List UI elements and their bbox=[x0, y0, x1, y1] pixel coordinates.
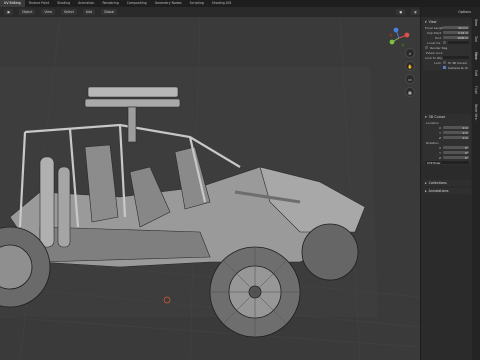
tab-shading[interactable]: Shading bbox=[53, 0, 74, 7]
clip-start-label: Clip Start bbox=[427, 30, 441, 35]
editor-type-button[interactable]: ▣ bbox=[4, 9, 14, 15]
tab-fluid[interactable]: Fluid bbox=[474, 86, 478, 94]
chevron-down-icon: ▾ bbox=[425, 115, 427, 119]
lock-label: Lock bbox=[434, 60, 441, 65]
clip-end-field[interactable]: 1000 m bbox=[443, 36, 469, 40]
clip-start-field[interactable]: 0.01 m bbox=[443, 31, 469, 35]
to-3d-cursor-label: To 3D Cursor bbox=[448, 60, 468, 65]
tab-uv-editing[interactable]: UV Editing bbox=[0, 0, 25, 7]
3d-viewport[interactable]: ⌕ ✋ ▭ ▦ bbox=[0, 17, 420, 360]
transform-orientation-dropdown[interactable]: Global bbox=[101, 9, 118, 15]
tab-item[interactable]: Item bbox=[474, 19, 478, 26]
render-region-checkbox[interactable] bbox=[425, 46, 428, 49]
camera-to-view-label: Camera to Vi. bbox=[448, 65, 469, 70]
shading-material-button[interactable]: ◐ bbox=[411, 9, 420, 15]
z-label: Z bbox=[438, 135, 441, 140]
menu-object[interactable]: Object bbox=[19, 9, 36, 15]
rot-y-label: Y bbox=[439, 150, 441, 155]
tab-geometry-nodes[interactable]: Geometry Nodes bbox=[151, 0, 186, 7]
tab-node-wrangler[interactable]: Node Wra. bbox=[474, 104, 478, 121]
rot-x-label: X bbox=[438, 145, 441, 150]
3d-cursor-title: 3D Cursor bbox=[428, 115, 446, 119]
chevron-down-icon: ▾ bbox=[425, 20, 427, 24]
tab-view[interactable]: View bbox=[474, 52, 478, 60]
sidebar-tabs: Item Tool View Edit Fluid Node Wra. bbox=[472, 7, 480, 360]
y-label: Y bbox=[439, 130, 441, 135]
collections-section-header[interactable]: ▸ Collections bbox=[423, 180, 471, 186]
rotation-mode-row: XYZ Euler bbox=[423, 160, 471, 165]
render-region-label: Render Reg. bbox=[430, 45, 449, 50]
collections-section: ▸ Collections bbox=[423, 180, 471, 186]
rotation-x-field[interactable]: 0° bbox=[443, 146, 469, 150]
options-dropdown[interactable]: Options bbox=[458, 10, 471, 14]
zoom-icon[interactable]: ⌕ bbox=[405, 48, 415, 58]
rotation-z-field[interactable]: 0° bbox=[443, 156, 469, 160]
cursor-y-field[interactable]: 0 m bbox=[443, 131, 469, 135]
focal-length-label: Focal Length bbox=[425, 25, 445, 30]
collections-title: Collections bbox=[428, 181, 447, 185]
tab-scripting[interactable]: Scripting bbox=[186, 0, 208, 7]
cursor-z-field[interactable]: 0 m bbox=[443, 136, 469, 140]
chevron-right-icon: ▸ bbox=[425, 181, 427, 185]
viewport-header: ▣ Object View Select Add Global ● ◐ bbox=[0, 7, 420, 17]
tab-rendering[interactable]: Rendering bbox=[98, 0, 122, 7]
chevron-right-icon: ▸ bbox=[425, 189, 427, 193]
lock-to-object-field[interactable] bbox=[443, 55, 469, 60]
viewport-nav-buttons: ⌕ ✋ ▭ ▦ bbox=[405, 48, 415, 97]
focal-length-field[interactable]: 50 mm bbox=[443, 26, 469, 30]
workspace-tabs: UV Editing Texture Paint Shading Animati… bbox=[0, 0, 480, 7]
rotation-y-field[interactable]: 0° bbox=[443, 151, 469, 155]
local-camera-label: Local Ca. bbox=[427, 40, 441, 45]
tab-animation[interactable]: Animation bbox=[74, 0, 98, 7]
annotations-section-header[interactable]: ▸ Annotations bbox=[423, 188, 471, 194]
camera-view-icon[interactable]: ▭ bbox=[405, 74, 415, 84]
blender-window: UV Editing Texture Paint Shading Animati… bbox=[0, 0, 480, 360]
rot-z-label: Z bbox=[438, 155, 441, 160]
clip-end-label: End bbox=[435, 35, 441, 40]
tab-shading-001[interactable]: Shading.001 bbox=[208, 0, 236, 7]
panel-options-bar: Options bbox=[421, 7, 473, 17]
camera-to-view-row: Camera to Vi. bbox=[423, 65, 471, 70]
sidebar-n-panel: Options ▾ View Focal Length 50 mm Clip S… bbox=[420, 7, 473, 360]
camera-to-view-checkbox[interactable] bbox=[443, 66, 446, 69]
pan-hand-icon[interactable]: ✋ bbox=[405, 61, 415, 71]
menu-view[interactable]: View bbox=[41, 9, 55, 15]
tab-texture-paint[interactable]: Texture Paint bbox=[25, 0, 54, 7]
annotations-title: Annotations bbox=[428, 189, 449, 193]
tab-compositing[interactable]: Compositing bbox=[123, 0, 151, 7]
x-label: X bbox=[438, 125, 441, 130]
vehicle-wireframe-scene bbox=[0, 17, 420, 360]
perspective-toggle-icon[interactable]: ▦ bbox=[405, 87, 415, 97]
tab-edit[interactable]: Edit bbox=[474, 70, 478, 76]
local-camera-field[interactable] bbox=[448, 40, 469, 45]
rotation-mode-dropdown[interactable]: XYZ Euler bbox=[425, 161, 469, 165]
tab-tool[interactable]: Tool bbox=[474, 36, 478, 42]
menu-add[interactable]: Add bbox=[82, 9, 95, 15]
local-camera-checkbox[interactable] bbox=[443, 41, 446, 44]
to-3d-cursor-checkbox[interactable] bbox=[443, 61, 446, 64]
3d-cursor-section: ▾ 3D Cursor Location X 0 m Y 0 m Z 0 m R… bbox=[423, 114, 471, 165]
view-section-title: View bbox=[428, 20, 437, 24]
shading-solid-button[interactable]: ● bbox=[396, 9, 406, 15]
menu-select[interactable]: Select bbox=[60, 9, 77, 15]
view-section: ▾ View Focal Length 50 mm Clip Start 0.0… bbox=[423, 19, 471, 70]
cursor-x-field[interactable]: 0 m bbox=[443, 126, 469, 130]
annotations-section: ▸ Annotations bbox=[423, 188, 471, 194]
lock-to-object-label: Lock to Obj. bbox=[425, 55, 443, 60]
